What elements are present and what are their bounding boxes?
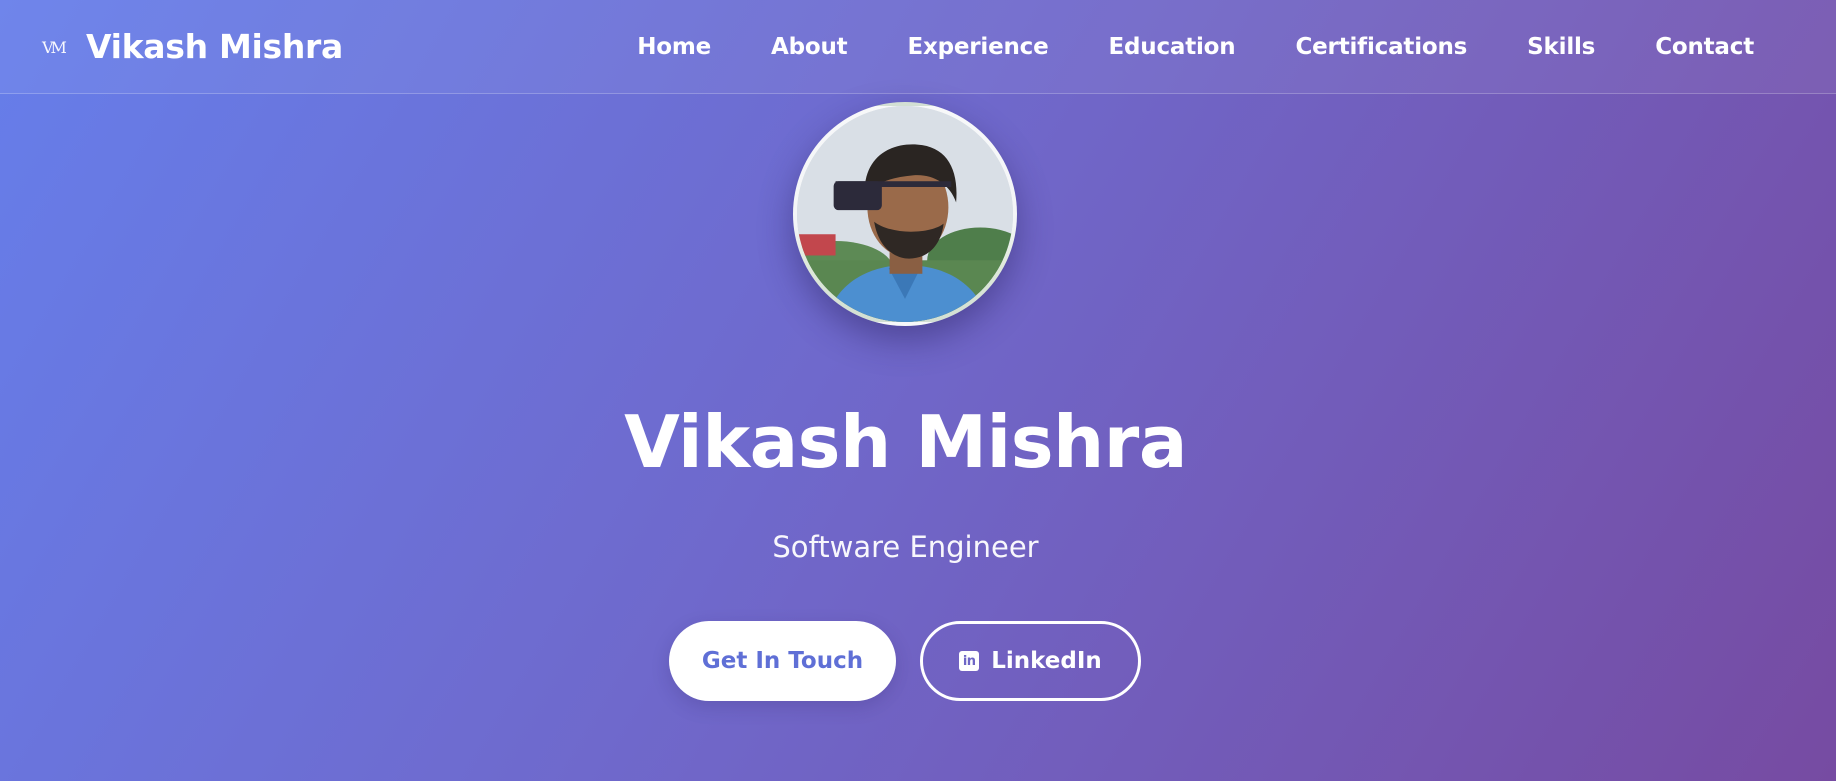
linkedin-label: LinkedIn <box>991 648 1102 674</box>
get-in-touch-button[interactable]: Get In Touch <box>669 621 896 701</box>
nav-link-about[interactable]: About <box>771 34 848 60</box>
nav-link-certifications[interactable]: Certifications <box>1295 34 1467 60</box>
profile-photo-illustration <box>797 106 1013 322</box>
hero-subtitle: Software Engineer <box>772 530 1039 564</box>
linkedin-icon: in <box>959 651 980 671</box>
brand-link[interactable]: VM Vikash Mishra <box>42 27 343 66</box>
nav-link-education[interactable]: Education <box>1109 34 1236 60</box>
brand-name: Vikash Mishra <box>85 27 343 66</box>
nav-links: Home About Experience Education Certific… <box>637 34 1754 60</box>
nav-link-contact[interactable]: Contact <box>1655 34 1754 60</box>
navbar: VM Vikash Mishra Home About Experience E… <box>0 0 1836 94</box>
nav-link-skills[interactable]: Skills <box>1527 34 1595 60</box>
linkedin-button[interactable]: in LinkedIn <box>920 621 1141 701</box>
nav-link-home[interactable]: Home <box>637 34 711 60</box>
profile-photo <box>793 102 1017 326</box>
logo-icon: VM <box>42 38 67 57</box>
get-in-touch-label: Get In Touch <box>701 648 864 674</box>
nav-link-experience[interactable]: Experience <box>907 34 1048 60</box>
hero-name: Vikash Mishra <box>624 400 1187 484</box>
